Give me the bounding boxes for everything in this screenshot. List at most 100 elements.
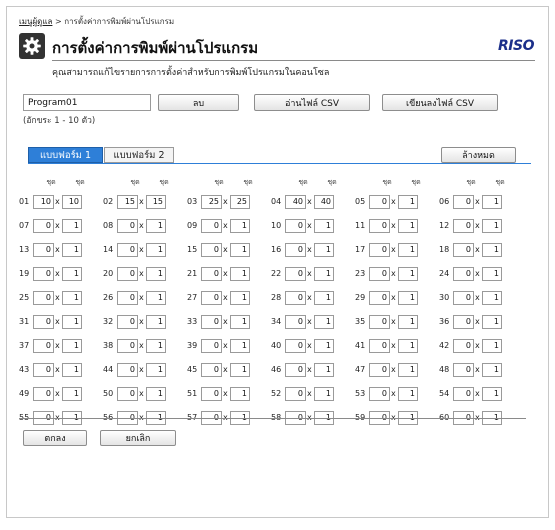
copies-input[interactable]: 0 xyxy=(201,243,222,257)
copies-input[interactable]: 0 xyxy=(117,339,138,353)
copies-input[interactable]: 0 xyxy=(369,363,390,377)
copies-input[interactable]: 0 xyxy=(453,243,474,257)
sets-input[interactable]: 25 xyxy=(230,195,250,209)
sets-input[interactable]: 1 xyxy=(398,387,418,401)
sets-input[interactable]: 1 xyxy=(146,339,166,353)
copies-input[interactable]: 0 xyxy=(33,315,54,329)
copies-input[interactable]: 0 xyxy=(117,315,138,329)
sets-input[interactable]: 1 xyxy=(398,291,418,305)
copies-input[interactable]: 0 xyxy=(285,363,306,377)
copies-input[interactable]: 0 xyxy=(453,363,474,377)
sets-input[interactable]: 1 xyxy=(62,339,82,353)
sets-input[interactable]: 1 xyxy=(482,219,502,233)
sets-input[interactable]: 1 xyxy=(62,315,82,329)
sets-input[interactable]: 1 xyxy=(314,243,334,257)
copies-input[interactable]: 0 xyxy=(33,339,54,353)
copies-input[interactable]: 0 xyxy=(369,315,390,329)
sets-input[interactable]: 1 xyxy=(398,195,418,209)
copies-input[interactable]: 0 xyxy=(369,339,390,353)
sets-input[interactable]: 1 xyxy=(314,219,334,233)
sets-input[interactable]: 1 xyxy=(314,387,334,401)
copies-input[interactable]: 0 xyxy=(453,315,474,329)
copies-input[interactable]: 0 xyxy=(369,195,390,209)
copies-input[interactable]: 0 xyxy=(117,363,138,377)
copies-input[interactable]: 0 xyxy=(117,387,138,401)
sets-input[interactable]: 1 xyxy=(482,339,502,353)
copies-input[interactable]: 0 xyxy=(201,267,222,281)
sets-input[interactable]: 1 xyxy=(482,315,502,329)
sets-input[interactable]: 1 xyxy=(146,243,166,257)
delete-button[interactable]: ลบ xyxy=(158,94,239,111)
sets-input[interactable]: 1 xyxy=(62,387,82,401)
sets-input[interactable]: 1 xyxy=(398,339,418,353)
copies-input[interactable]: 10 xyxy=(33,195,54,209)
copies-input[interactable]: 0 xyxy=(369,219,390,233)
sets-input[interactable]: 1 xyxy=(62,291,82,305)
copies-input[interactable]: 0 xyxy=(369,267,390,281)
write-csv-button[interactable]: เขียนลงไฟล์ CSV xyxy=(382,94,498,111)
copies-input[interactable]: 0 xyxy=(33,291,54,305)
sets-input[interactable]: 1 xyxy=(314,363,334,377)
copies-input[interactable]: 0 xyxy=(453,195,474,209)
sets-input[interactable]: 1 xyxy=(62,219,82,233)
sets-input[interactable]: 1 xyxy=(230,291,250,305)
tab-form-2[interactable]: แบบฟอร์ม 2 xyxy=(104,147,174,163)
copies-input[interactable]: 25 xyxy=(201,195,222,209)
copies-input[interactable]: 0 xyxy=(453,267,474,281)
copies-input[interactable]: 0 xyxy=(33,363,54,377)
sets-input[interactable]: 1 xyxy=(398,243,418,257)
copies-input[interactable]: 0 xyxy=(33,387,54,401)
copies-input[interactable]: 0 xyxy=(453,339,474,353)
sets-input[interactable]: 40 xyxy=(314,195,334,209)
sets-input[interactable]: 1 xyxy=(230,267,250,281)
cancel-button[interactable]: ยกเลิก xyxy=(100,430,176,446)
copies-input[interactable]: 40 xyxy=(285,195,306,209)
sets-input[interactable]: 1 xyxy=(230,219,250,233)
copies-input[interactable]: 0 xyxy=(201,291,222,305)
breadcrumb-admin-menu-link[interactable]: เมนูผู้ดูแล xyxy=(19,17,52,26)
sets-input[interactable]: 1 xyxy=(314,267,334,281)
copies-input[interactable]: 0 xyxy=(369,387,390,401)
sets-input[interactable]: 1 xyxy=(62,363,82,377)
sets-input[interactable]: 1 xyxy=(398,267,418,281)
copies-input[interactable]: 0 xyxy=(117,243,138,257)
copies-input[interactable]: 0 xyxy=(33,243,54,257)
copies-input[interactable]: 0 xyxy=(285,387,306,401)
sets-input[interactable]: 1 xyxy=(314,291,334,305)
copies-input[interactable]: 0 xyxy=(453,291,474,305)
copies-input[interactable]: 0 xyxy=(285,267,306,281)
copies-input[interactable]: 15 xyxy=(117,195,138,209)
copies-input[interactable]: 0 xyxy=(285,339,306,353)
copies-input[interactable]: 0 xyxy=(285,315,306,329)
sets-input[interactable]: 1 xyxy=(482,267,502,281)
copies-input[interactable]: 0 xyxy=(285,291,306,305)
sets-input[interactable]: 1 xyxy=(482,195,502,209)
copies-input[interactable]: 0 xyxy=(201,219,222,233)
copies-input[interactable]: 0 xyxy=(201,339,222,353)
sets-input[interactable]: 1 xyxy=(482,243,502,257)
sets-input[interactable]: 1 xyxy=(482,387,502,401)
sets-input[interactable]: 1 xyxy=(398,315,418,329)
sets-input[interactable]: 1 xyxy=(230,339,250,353)
copies-input[interactable]: 0 xyxy=(117,219,138,233)
sets-input[interactable]: 1 xyxy=(482,291,502,305)
copies-input[interactable]: 0 xyxy=(285,219,306,233)
sets-input[interactable]: 1 xyxy=(62,267,82,281)
sets-input[interactable]: 15 xyxy=(146,195,166,209)
sets-input[interactable]: 1 xyxy=(146,219,166,233)
copies-input[interactable]: 0 xyxy=(201,363,222,377)
sets-input[interactable]: 1 xyxy=(146,315,166,329)
sets-input[interactable]: 1 xyxy=(482,363,502,377)
clear-all-button[interactable]: ล้างหมด xyxy=(441,147,516,163)
read-csv-button[interactable]: อ่านไฟล์ CSV xyxy=(254,94,370,111)
program-name-input[interactable] xyxy=(23,94,151,111)
copies-input[interactable]: 0 xyxy=(285,243,306,257)
sets-input[interactable]: 1 xyxy=(230,243,250,257)
sets-input[interactable]: 1 xyxy=(230,363,250,377)
copies-input[interactable]: 0 xyxy=(369,243,390,257)
copies-input[interactable]: 0 xyxy=(453,219,474,233)
copies-input[interactable]: 0 xyxy=(201,315,222,329)
sets-input[interactable]: 1 xyxy=(230,387,250,401)
copies-input[interactable]: 0 xyxy=(201,387,222,401)
sets-input[interactable]: 1 xyxy=(146,267,166,281)
